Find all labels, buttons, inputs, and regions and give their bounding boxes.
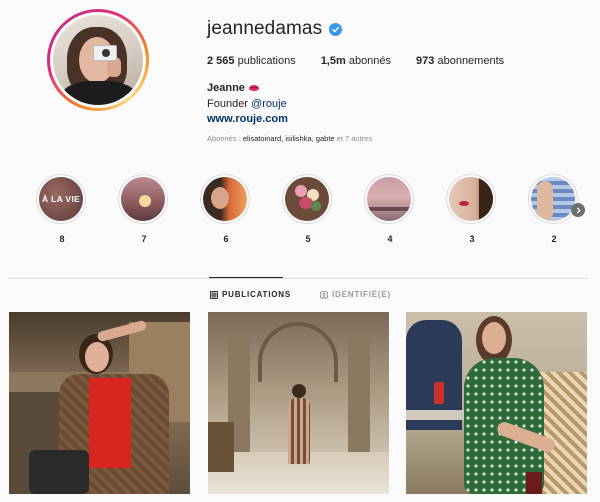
- highlight-label: 3: [469, 234, 475, 244]
- tab-publications[interactable]: PUBLICATIONS: [210, 290, 291, 299]
- avatar-border: [50, 12, 146, 108]
- followers-label: abonnés: [348, 55, 392, 67]
- highlight-item[interactable]: 5: [282, 174, 334, 244]
- highlights-next-button[interactable]: [571, 203, 585, 217]
- avatar-photo: [53, 15, 143, 105]
- highlight-cover-sunset-icon: [121, 177, 165, 221]
- tabs-divider: [8, 278, 588, 279]
- kiss-lips-icon: [248, 85, 259, 91]
- highlight-cover-flowers-icon: [285, 177, 329, 221]
- highlight-item[interactable]: 3: [446, 174, 498, 244]
- profile-stats: 2 565 publications 1,5m abonnés 973 abon…: [207, 55, 529, 67]
- highlight-label: 2: [551, 234, 557, 244]
- camera-icon: [93, 45, 117, 61]
- profile-avatar[interactable]: [47, 9, 149, 111]
- full-name-row: Jeanne: [207, 82, 259, 94]
- followers-count: 1,5m: [320, 55, 346, 67]
- tab-tagged-label: IDENTIFIÉ(E): [332, 290, 391, 299]
- bio-mention-link[interactable]: @rouje: [251, 98, 287, 110]
- tab-publications-label: PUBLICATIONS: [222, 290, 292, 299]
- followed-by[interactable]: Abonnés : elisatoinard, isilishka, gabte…: [207, 134, 372, 143]
- full-name: Jeanne: [207, 82, 245, 94]
- following-label: abonnements: [437, 55, 505, 67]
- website-link[interactable]: www.rouje.com: [207, 113, 288, 125]
- highlight-label: 4: [387, 234, 393, 244]
- highlight-cover-text: À LA VIE: [42, 194, 80, 204]
- bio-text: Founder: [207, 98, 252, 110]
- posts-count-stat: 2 565 publications: [207, 55, 296, 67]
- highlight-item[interactable]: À LA VIE 8: [36, 174, 88, 244]
- highlight-cover-a-la-vie-icon: À LA VIE: [39, 177, 83, 221]
- bio: Founder @rouje: [207, 98, 287, 110]
- active-tab-indicator: [209, 277, 283, 278]
- highlight-item[interactable]: 7: [118, 174, 170, 244]
- post-thumbnail[interactable]: [208, 312, 389, 494]
- highlight-label: 7: [141, 234, 147, 244]
- tab-tagged[interactable]: IDENTIFIÉ(E): [320, 290, 391, 299]
- followed-by-suffix: et 7 autres: [334, 134, 373, 143]
- verified-badge-icon: [329, 22, 343, 36]
- following-count: 973: [416, 55, 435, 67]
- posts-count: 2 565: [207, 55, 235, 67]
- highlight-cover-portrait-icon: [203, 177, 247, 221]
- highlight-cover-sky-icon: [367, 177, 411, 221]
- highlight-item[interactable]: 4: [364, 174, 416, 244]
- highlight-cover-gingham-icon: [531, 177, 575, 221]
- followed-by-prefix: Abonnés :: [207, 134, 243, 143]
- tagged-user-icon: [320, 290, 328, 299]
- highlight-label: 5: [305, 234, 311, 244]
- username-row: jeannedamas: [207, 18, 343, 40]
- username: jeannedamas: [207, 18, 323, 39]
- chevron-right-icon: [576, 207, 581, 213]
- story-highlights: À LA VIE 8 7 6 5 4 3 2: [36, 174, 578, 254]
- post-thumbnail[interactable]: [406, 312, 587, 494]
- post-thumbnail[interactable]: [9, 312, 190, 494]
- posts-label: publications: [237, 55, 296, 67]
- grid-icon: [210, 290, 218, 299]
- highlight-label: 6: [223, 234, 229, 244]
- highlight-cover-face-icon: [449, 177, 493, 221]
- followers-count-stat[interactable]: 1,5m abonnés: [321, 55, 391, 67]
- following-count-stat[interactable]: 973 abonnements: [416, 55, 504, 67]
- highlight-item[interactable]: 6: [200, 174, 252, 244]
- highlight-label: 8: [59, 234, 65, 244]
- followed-by-names: elisatoinard, isilishka, gabte: [242, 134, 335, 143]
